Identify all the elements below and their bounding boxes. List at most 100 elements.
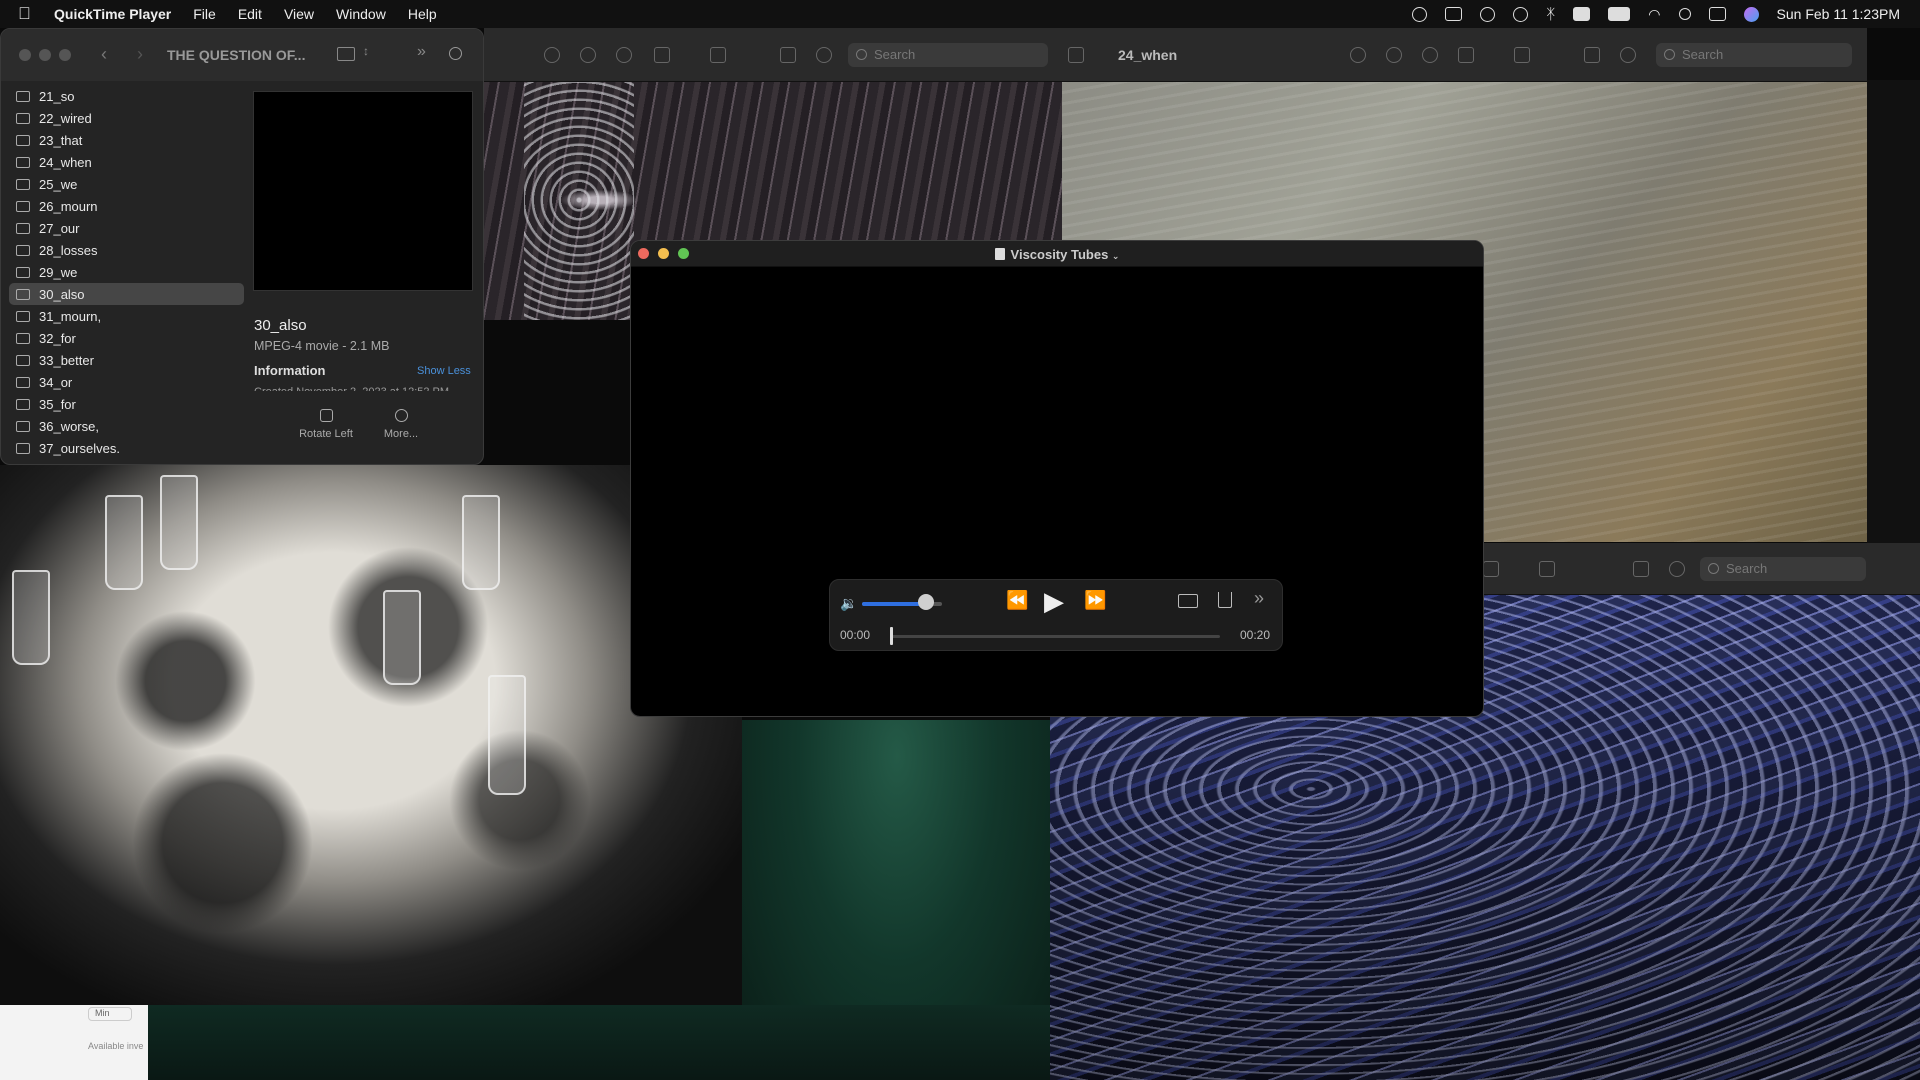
zoom-out-icon[interactable] xyxy=(580,47,596,63)
zoom-in-icon[interactable] xyxy=(1422,47,1438,63)
file-list-item[interactable]: 37_ourselves. xyxy=(9,437,244,459)
search-icon[interactable] xyxy=(1678,8,1691,20)
background-window-fragment: Min Available inve xyxy=(0,1005,148,1080)
bluetooth-icon[interactable]: ᛡ xyxy=(1546,6,1555,23)
file-list-item[interactable]: 32_for xyxy=(9,327,244,349)
rotate-icon[interactable] xyxy=(780,47,796,63)
menu-help[interactable]: Help xyxy=(408,6,437,22)
siri-icon[interactable] xyxy=(1743,6,1759,22)
more-button[interactable]: More... xyxy=(361,409,441,440)
annotate-icon[interactable] xyxy=(1669,561,1685,577)
file-name: 29_we xyxy=(39,264,78,280)
rotate-left-button[interactable]: Rotate Left xyxy=(286,409,366,440)
movie-file-icon xyxy=(16,354,30,366)
menu-window[interactable]: Window xyxy=(336,6,386,22)
more-options-icon[interactable]: » xyxy=(1254,588,1264,609)
file-name: 32_for xyxy=(39,330,76,346)
search-icon[interactable] xyxy=(449,47,462,60)
file-list-item[interactable]: 25_we xyxy=(9,173,244,195)
file-name: 24_when xyxy=(39,154,92,170)
menu-edit[interactable]: Edit xyxy=(238,6,262,22)
search-input[interactable]: Search xyxy=(1700,557,1866,581)
file-name: 27_our xyxy=(39,220,80,236)
sync-icon[interactable] xyxy=(1480,6,1496,22)
minimize-button[interactable] xyxy=(39,49,51,61)
player-title[interactable]: Viscosity Tubes ⌄ xyxy=(631,247,1483,262)
zoom-button[interactable] xyxy=(59,49,71,61)
movie-file-icon xyxy=(16,112,30,124)
finder-toolbar: ‹ › THE QUESTION OF... ↕ » xyxy=(1,29,483,81)
view-chevron-icon[interactable]: ↕ xyxy=(363,44,369,58)
share-icon[interactable] xyxy=(1458,47,1474,63)
more-toolbar-icon[interactable]: » xyxy=(417,43,426,61)
apple-menu-icon[interactable]:  xyxy=(18,4,36,24)
file-info-kind: MPEG-4 movie - 2.1 MB xyxy=(254,339,390,353)
app-menu[interactable]: QuickTime Player xyxy=(54,6,171,22)
share-icon[interactable] xyxy=(1218,592,1232,608)
search-input[interactable]: Search xyxy=(1656,43,1852,67)
rewind-icon[interactable]: ⏪ xyxy=(1006,590,1028,611)
search-input[interactable]: Search xyxy=(848,43,1048,67)
file-list-item[interactable]: 29_we xyxy=(9,261,244,283)
wifi-icon[interactable]: ◠ xyxy=(1648,6,1660,23)
markup-icon[interactable] xyxy=(1539,561,1555,577)
clock[interactable]: Sun Feb 11 1:23PM xyxy=(1777,6,1900,22)
markup-icon[interactable] xyxy=(1514,47,1530,63)
markup-icon[interactable] xyxy=(710,47,726,63)
playhead[interactable] xyxy=(890,627,893,645)
file-list-item[interactable]: 28_losses xyxy=(9,239,244,261)
file-list-item[interactable]: 26_mourn xyxy=(9,195,244,217)
file-list-item[interactable]: 34_or xyxy=(9,371,244,393)
file-list-item[interactable]: 31_mourn, xyxy=(9,305,244,327)
menu-bar:  QuickTime Player File Edit View Window… xyxy=(0,0,1920,28)
timeline-scrubber[interactable] xyxy=(890,635,1220,638)
info-icon[interactable] xyxy=(544,47,560,63)
menu-view[interactable]: View xyxy=(284,6,314,22)
text-input-icon[interactable] xyxy=(1445,7,1463,21)
file-list-item[interactable]: 27_our xyxy=(9,217,244,239)
back-icon[interactable]: ‹ xyxy=(101,44,107,65)
menu-file[interactable]: File xyxy=(193,6,216,22)
file-list-item[interactable]: 23_that xyxy=(9,129,244,151)
file-list-item[interactable]: 30_also xyxy=(9,283,244,305)
control-center-icon[interactable] xyxy=(1708,7,1726,21)
file-name: 21_so xyxy=(39,88,75,104)
movie-file-icon xyxy=(16,266,30,278)
rotate-icon[interactable] xyxy=(1584,47,1600,63)
zoom-out-icon[interactable] xyxy=(1386,47,1402,63)
status-icon[interactable] xyxy=(1412,6,1428,22)
file-name: 31_mourn, xyxy=(39,308,102,324)
file-list-item[interactable]: 22_wired xyxy=(9,107,244,129)
file-list-item[interactable]: 35_for xyxy=(9,393,244,415)
sidebar-icon[interactable] xyxy=(1068,47,1084,63)
info-icon[interactable] xyxy=(1350,47,1366,63)
movie-file-icon xyxy=(16,288,30,300)
annotate-icon[interactable] xyxy=(816,47,832,63)
forward-icon[interactable]: › xyxy=(137,44,143,65)
close-button[interactable] xyxy=(19,49,31,61)
annotate-icon[interactable] xyxy=(1620,47,1636,63)
movie-file-icon xyxy=(16,90,30,102)
volume-knob[interactable] xyxy=(918,594,934,610)
file-list-item[interactable]: 36_worse, xyxy=(9,415,244,437)
file-list-item[interactable]: 24_when xyxy=(9,151,244,173)
fast-forward-icon[interactable]: ⏩ xyxy=(1084,590,1106,611)
share-icon[interactable] xyxy=(1483,561,1499,577)
play-icon[interactable]: ▶ xyxy=(1044,586,1064,617)
file-list-item[interactable]: 33_better xyxy=(9,349,244,371)
creative-cloud-icon[interactable] xyxy=(1513,6,1529,22)
keyboard-input-icon[interactable] xyxy=(1573,7,1591,21)
show-less-link[interactable]: Show Less xyxy=(417,365,471,377)
zoom-in-icon[interactable] xyxy=(616,47,632,63)
view-options-icon[interactable] xyxy=(337,47,355,61)
rotate-icon[interactable] xyxy=(1633,561,1649,577)
share-icon[interactable] xyxy=(654,47,670,63)
volume-icon[interactable]: 🔉 xyxy=(840,595,857,612)
picture-in-picture-icon[interactable] xyxy=(1178,594,1198,608)
battery-icon[interactable] xyxy=(1608,7,1631,21)
file-name: 30_also xyxy=(39,286,85,302)
file-list-item[interactable]: 21_so xyxy=(9,85,244,107)
file-name: 36_worse, xyxy=(39,418,99,434)
min-field[interactable]: Min xyxy=(88,1007,132,1021)
movie-file-icon xyxy=(16,420,30,432)
